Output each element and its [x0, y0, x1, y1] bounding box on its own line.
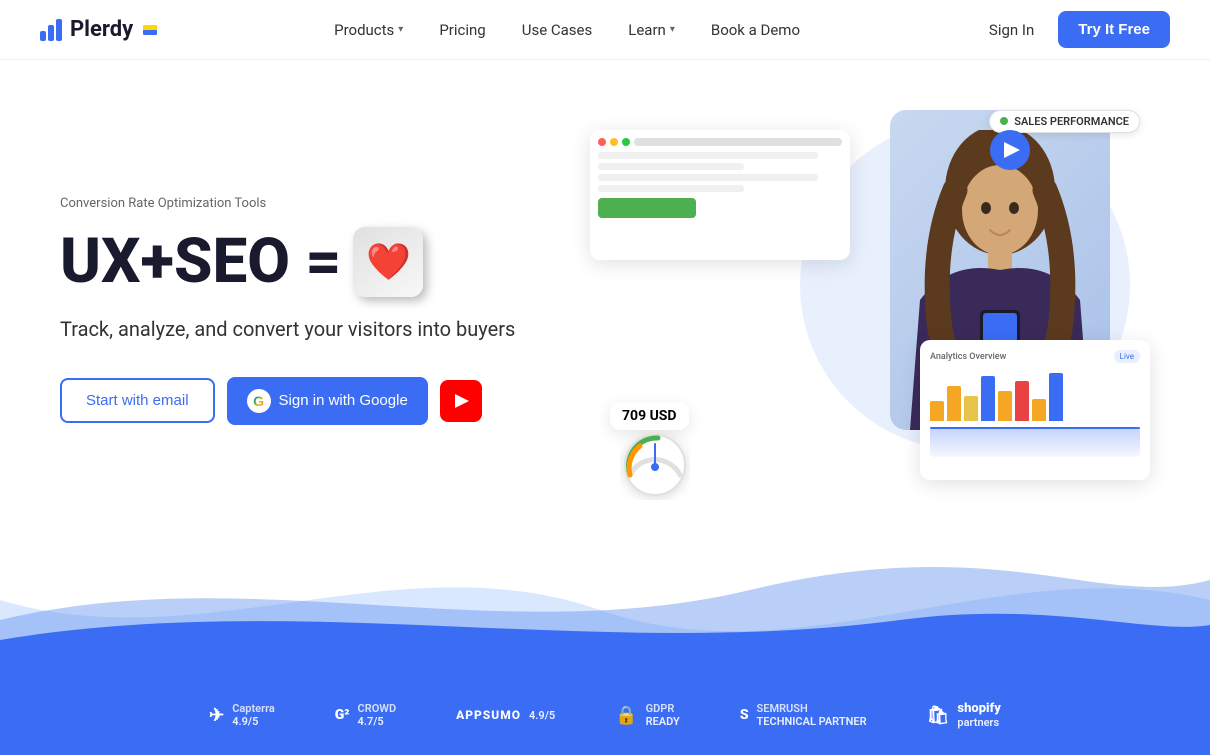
- ds-row-1: [598, 152, 818, 159]
- chevron-down-icon: ▾: [670, 24, 675, 35]
- hero-left-content: Conversion Rate Optimization Tools UX+SE…: [60, 196, 515, 425]
- logo-icon: [40, 19, 62, 41]
- gauge-widget: [620, 430, 690, 500]
- nav-item-pricing[interactable]: Pricing: [425, 13, 499, 47]
- hero-headline: UX+SEO = ❤️: [60, 227, 515, 297]
- header-actions: Sign In Try It Free: [977, 11, 1170, 48]
- hero-tagline: Track, analyze, and convert your visitor…: [60, 317, 515, 341]
- ds-dot-red: [598, 138, 606, 146]
- sales-dot-icon: [1000, 117, 1008, 125]
- bar-8: [1049, 373, 1063, 421]
- sign-in-link[interactable]: Sign In: [977, 13, 1046, 47]
- bar-7: [1032, 399, 1046, 421]
- header: Plerdy Products ▾ Pricing Use Cases Lear…: [0, 0, 1210, 60]
- nav-item-products[interactable]: Products ▾: [320, 13, 417, 47]
- analytics-line-chart: [930, 427, 1140, 457]
- bar-4: [981, 376, 995, 421]
- bar-6: [1015, 381, 1029, 421]
- try-free-button[interactable]: Try It Free: [1058, 11, 1170, 48]
- google-signin-button[interactable]: G Sign in with Google: [227, 377, 428, 425]
- ds-title-bar: [634, 138, 842, 146]
- hero-section: Conversion Rate Optimization Tools UX+SE…: [0, 60, 1210, 520]
- appsumo-icon: APPSUMO: [456, 708, 521, 722]
- main-nav: Products ▾ Pricing Use Cases Learn ▾ Boo…: [320, 13, 814, 47]
- analytics-card-header: Analytics Overview Live: [930, 350, 1140, 363]
- hero-subtitle: Conversion Rate Optimization Tools: [60, 196, 515, 211]
- semrush-icon: S: [740, 707, 749, 723]
- capterra-icon: ✈: [209, 705, 224, 726]
- play-triangle-icon: [1004, 142, 1020, 158]
- logo-text: Plerdy: [70, 17, 133, 42]
- shopify-icon: 🛍: [927, 705, 950, 726]
- nav-item-demo[interactable]: Book a Demo: [697, 13, 814, 47]
- bar-2: [947, 386, 961, 421]
- ds-row-3: [598, 174, 818, 181]
- footer-shopify: 🛍 shopify partners: [927, 701, 1001, 729]
- wave-divider: [0, 520, 1210, 675]
- bar-1: [930, 401, 944, 421]
- logo[interactable]: Plerdy: [40, 17, 157, 42]
- gdpr-icon: 🔒: [615, 705, 637, 726]
- nav-item-usecases[interactable]: Use Cases: [508, 13, 607, 47]
- dashboard-screenshot: [590, 130, 850, 260]
- chevron-down-icon: ▾: [398, 24, 403, 35]
- hero-cta-buttons: Start with email G Sign in with Google: [60, 377, 515, 425]
- footer-g2crowd: G² CROWD 4.7/5: [335, 702, 396, 728]
- ds-row-2: [598, 163, 744, 170]
- start-email-button[interactable]: Start with email: [60, 378, 215, 423]
- google-icon: G: [247, 389, 271, 413]
- ds-dot-green: [622, 138, 630, 146]
- gauge-svg: [620, 430, 690, 500]
- footer-appsumo: APPSUMO 4.9/5: [456, 708, 555, 722]
- bar-5: [998, 391, 1012, 421]
- footer-gdpr: 🔒 GDPR READY: [615, 702, 680, 728]
- video-play-button[interactable]: [990, 130, 1030, 170]
- nav-item-learn[interactable]: Learn ▾: [614, 13, 689, 47]
- heart-emoji: ❤️: [366, 244, 411, 280]
- ds-dot-yellow: [610, 138, 618, 146]
- hero-right-visual: SALES PERFORMANCE: [590, 100, 1150, 520]
- heart-box: ❤️: [353, 227, 423, 297]
- wave-svg: [0, 520, 1210, 675]
- analytics-card: Analytics Overview Live: [920, 340, 1150, 480]
- g2crowd-icon: G²: [335, 707, 350, 723]
- logo-bar-1: [40, 31, 46, 41]
- logo-bar-3: [56, 19, 62, 41]
- footer-semrush: S SEMRUSH TECHNICAL PARTNER: [740, 702, 867, 728]
- ds-green-bar: [598, 198, 696, 218]
- ds-dots: [598, 138, 842, 146]
- headline-text: UX+SEO =: [60, 231, 341, 293]
- analytics-bars: [930, 371, 1140, 421]
- ds-row-4: [598, 185, 744, 192]
- ukraine-flag-icon: [143, 25, 157, 35]
- logo-bar-2: [48, 25, 54, 41]
- price-tag: 709 USD: [610, 402, 689, 430]
- youtube-button[interactable]: [440, 380, 482, 422]
- bar-3: [964, 396, 978, 421]
- play-icon: [455, 394, 469, 408]
- footer-logos-bar: ✈ Capterra 4.9/5 G² CROWD 4.7/5 APPSUMO …: [0, 675, 1210, 755]
- footer-capterra: ✈ Capterra 4.9/5: [209, 702, 275, 728]
